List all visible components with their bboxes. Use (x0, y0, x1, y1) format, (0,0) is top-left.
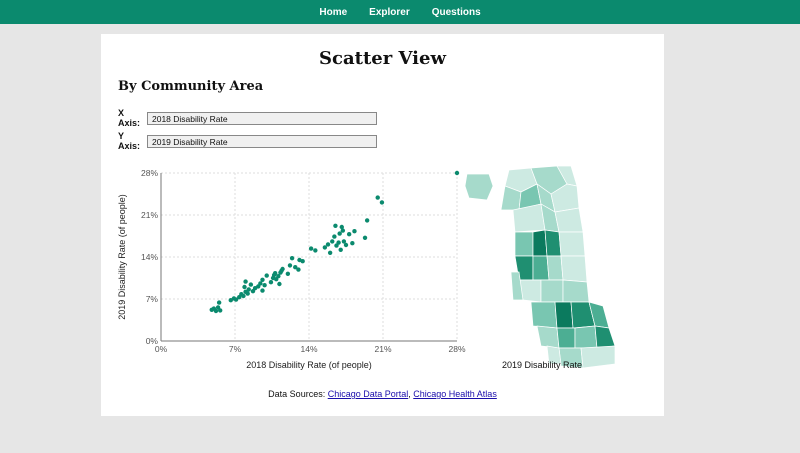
map-region-w5[interactable] (532, 255, 550, 281)
scatter-point[interactable] (346, 232, 352, 237)
scatter-point[interactable] (338, 247, 343, 252)
map-region-s1[interactable] (562, 279, 590, 303)
y-tick-label: 28% (141, 168, 158, 178)
map-region-s2[interactable] (554, 301, 574, 329)
map-region-loop[interactable] (560, 255, 588, 283)
map-region-sw2[interactable] (540, 279, 564, 303)
scatter-point[interactable] (343, 242, 349, 248)
y-tick-label: 0% (146, 336, 159, 346)
scatter-points (209, 170, 460, 314)
scatter-point[interactable] (362, 235, 368, 240)
top-nav: Home Explorer Questions (0, 0, 800, 24)
map-caption: 2019 Disability Rate (502, 360, 582, 370)
scatter-point[interactable] (243, 279, 248, 284)
x-tick-label: 14% (300, 344, 317, 354)
scatter-point[interactable] (268, 280, 274, 285)
x-tick-label: 21% (374, 344, 391, 354)
chicago-health-atlas-link[interactable]: Chicago Health Atlas (413, 389, 497, 399)
scatter-point[interactable] (364, 218, 370, 223)
y-tick-label: 21% (141, 210, 158, 220)
scatter-point[interactable] (375, 195, 380, 200)
map-region-w6[interactable] (546, 255, 564, 281)
map-region-w2[interactable] (532, 229, 548, 257)
scatter-point[interactable] (333, 223, 338, 228)
scatter-chart: 0% 7% 14% 21% 28% 0% 7% 14% 21% 28% 2018 Disabil… (117, 165, 616, 370)
x-tick-label: 28% (448, 344, 465, 354)
data-sources-prefix: Data Sources: (268, 389, 328, 399)
scatter-point[interactable] (242, 284, 247, 290)
scatter-point[interactable] (264, 273, 269, 278)
scatter-point[interactable] (352, 229, 357, 234)
scatter-point[interactable] (308, 246, 314, 251)
chicago-data-portal-link[interactable]: Chicago Data Portal (328, 389, 409, 399)
scatter-point[interactable] (313, 248, 318, 253)
map-region-lakeview[interactable] (554, 207, 584, 233)
scatter-point[interactable] (241, 293, 246, 299)
chicago-choropleth-map (464, 165, 616, 369)
map-region-s5[interactable] (556, 327, 576, 349)
scatter-point[interactable] (330, 239, 335, 244)
map-region-w3[interactable] (544, 229, 562, 257)
scatter-point[interactable] (245, 291, 250, 296)
scatter-point[interactable] (327, 250, 333, 255)
scatter-point[interactable] (277, 281, 282, 287)
scatter-point[interactable] (332, 234, 337, 239)
scatter-point[interactable] (248, 282, 254, 287)
scatter-point[interactable] (287, 263, 293, 268)
map-region-sw4[interactable] (536, 325, 560, 349)
scatter-point[interactable] (454, 170, 460, 176)
map-region-sw3[interactable] (530, 301, 558, 329)
scatter-point[interactable] (218, 308, 223, 313)
scatter-point[interactable] (325, 242, 331, 247)
map-region-s6[interactable] (574, 325, 598, 349)
scatter-point[interactable] (246, 287, 251, 292)
scatter-point[interactable] (336, 240, 341, 245)
map-region-s7[interactable] (594, 325, 616, 349)
scatter-point[interactable] (279, 268, 284, 273)
scatter-point[interactable] (260, 277, 265, 282)
main-card: Scatter View By Community Area X Axis: 2… (101, 34, 664, 416)
nav-questions-link[interactable]: Questions (432, 7, 481, 18)
map-region-w1[interactable] (514, 231, 534, 257)
map-ohare-area[interactable] (464, 173, 494, 201)
scatter-point[interactable] (272, 271, 278, 276)
y-tick-label: 14% (141, 252, 158, 262)
chart-grid (160, 172, 458, 342)
scatter-point[interactable] (260, 288, 265, 293)
x-axis-title: 2018 Disability Rate (of people) (246, 360, 372, 370)
scatter-point[interactable] (379, 200, 385, 205)
scatter-point[interactable] (350, 241, 355, 246)
scatter-point[interactable] (289, 256, 295, 261)
x-tick-label: 7% (229, 344, 242, 354)
scatter-point[interactable] (339, 224, 344, 230)
y-tick-labels: 0% 7% 14% 21% 28% (141, 168, 158, 346)
y-axis-title: 2019 Disability Rate (of people) (117, 194, 127, 320)
nav-home-link[interactable]: Home (319, 7, 347, 18)
map-region-far-south2[interactable] (580, 345, 616, 369)
scatter-point[interactable] (285, 271, 291, 276)
scatter-point[interactable] (300, 259, 305, 264)
nav-explorer-link[interactable]: Explorer (369, 7, 410, 18)
x-tick-labels: 0% 7% 14% 21% 28% (155, 344, 466, 354)
data-sources: Data Sources: Chicago Data Portal, Chica… (101, 389, 664, 399)
map-region-lincolnpark[interactable] (558, 231, 586, 257)
scatter-point[interactable] (296, 267, 301, 272)
scatter-point[interactable] (216, 300, 222, 305)
y-tick-label: 7% (146, 294, 159, 304)
scatter-point[interactable] (262, 283, 267, 288)
